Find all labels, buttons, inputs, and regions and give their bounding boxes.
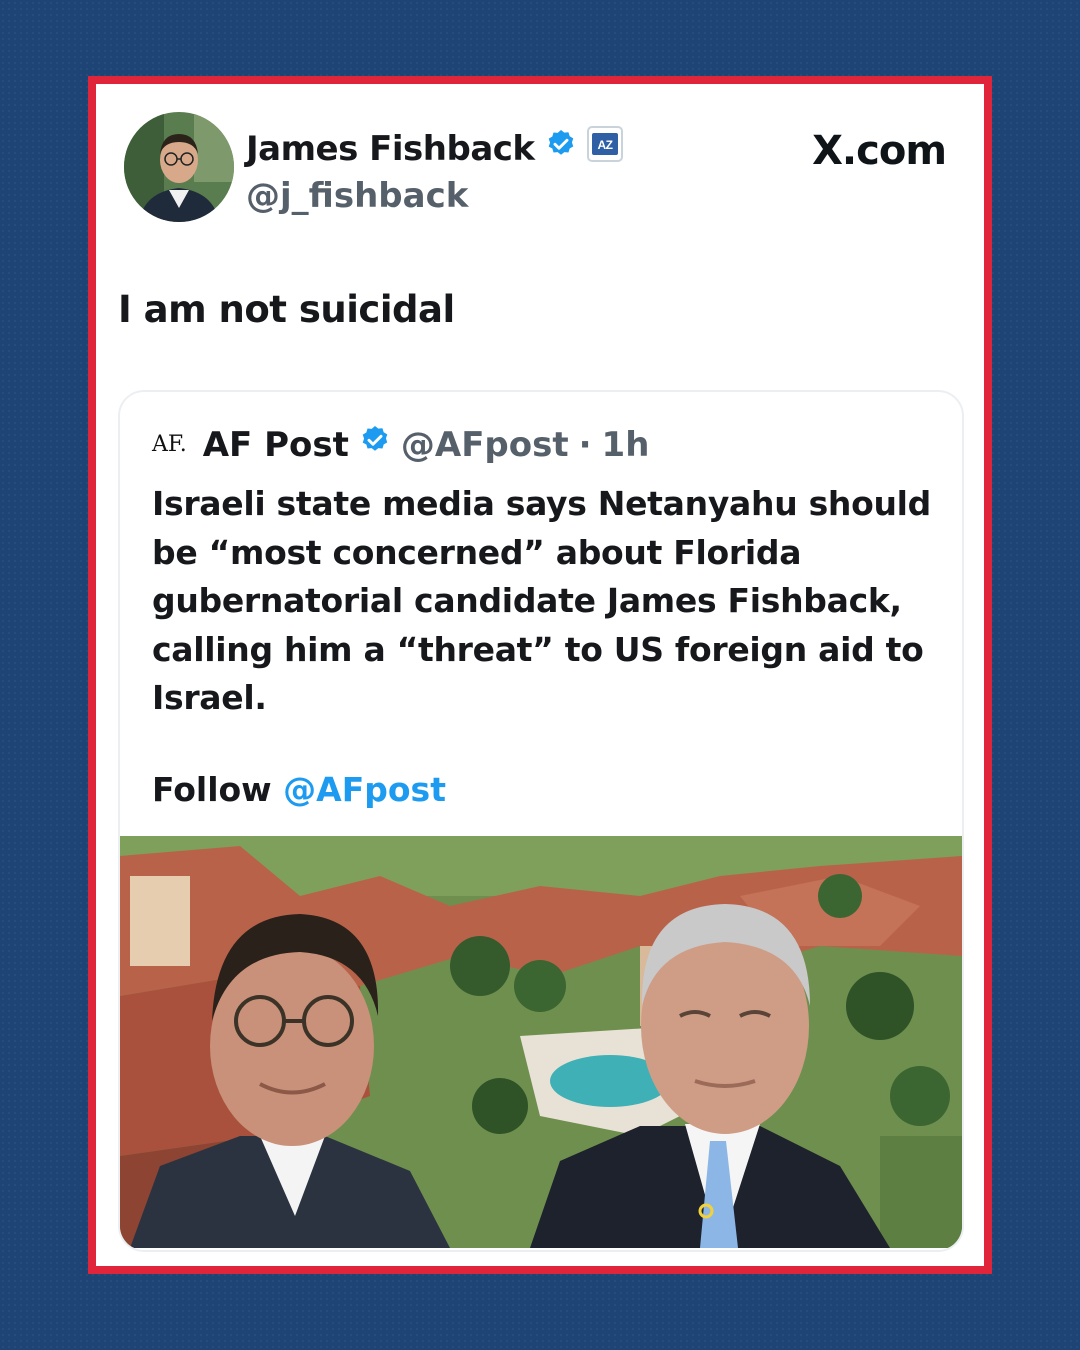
svg-text:AZ: AZ [597,138,612,152]
source-label: X.com [812,128,947,174]
tweet-card: James Fishback AZ @j_fishback X.com I am… [88,76,992,1274]
quoted-tweet[interactable]: AF. AF Post @AFpost · 1h Israeli state m… [118,390,964,1252]
verified-badge-icon [545,128,577,169]
quoted-header: AF. AF Post @AFpost · 1h [152,424,649,465]
tweet-text: I am not suicidal [118,288,455,331]
quoted-timestamp[interactable]: 1h [602,425,650,465]
author-handle[interactable]: @j_fishback [246,176,468,216]
follow-link[interactable]: @AFpost [283,770,446,809]
quoted-avatar-logo[interactable]: AF. [152,432,187,457]
quoted-author-name[interactable]: AF Post [203,425,349,465]
quoted-author-handle[interactable]: @AFpost [401,425,569,465]
author-name-row: James Fishback AZ [246,126,623,171]
author-avatar[interactable] [124,112,234,222]
follow-prefix: Follow [152,770,272,809]
quoted-media-image[interactable] [120,836,962,1248]
quoted-text: Israeli state media says Netanyahu shoul… [152,484,932,717]
follow-line: Follow @AFpost [152,770,446,809]
author-name[interactable]: James Fishback [246,129,535,169]
affiliate-badge-icon: AZ [586,126,623,171]
meta-separator: · [578,424,592,465]
verified-badge-icon [359,424,391,465]
